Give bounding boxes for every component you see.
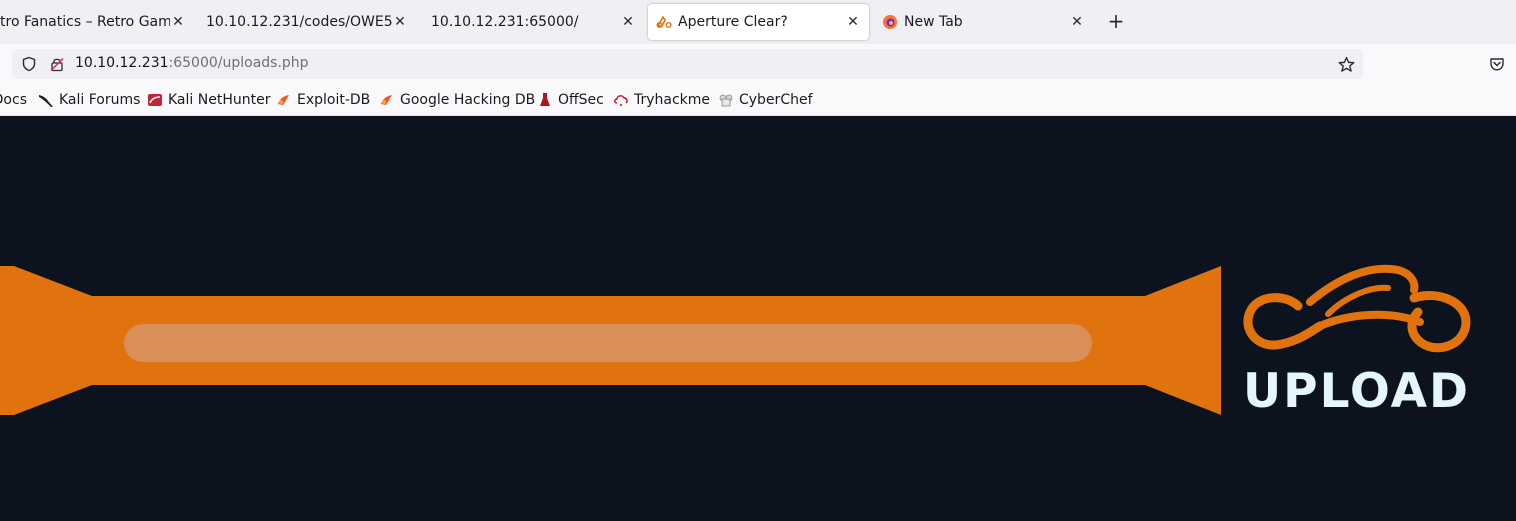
bookmark-label: Docs bbox=[0, 92, 27, 108]
navigation-bar: 10.10.12.231:65000/uploads.php bbox=[0, 44, 1516, 84]
exploit-db-icon bbox=[276, 92, 292, 108]
tab-label: tro Fanatics – Retro Games bbox=[0, 14, 170, 30]
close-icon[interactable]: ✕ bbox=[1068, 13, 1086, 31]
cyberchef-icon bbox=[718, 92, 734, 108]
nethunter-icon bbox=[147, 92, 163, 108]
tab-label: Aperture Clear? bbox=[678, 14, 788, 30]
bookmark-kali-nethunter[interactable]: Kali NetHunter bbox=[147, 91, 270, 109]
tab-label: 10.10.12.231/codes/OWE5Mj bbox=[206, 14, 394, 30]
new-tab-button[interactable]: + bbox=[1105, 10, 1127, 32]
kali-dragon-icon bbox=[38, 92, 54, 108]
bookmark-label: CyberChef bbox=[739, 92, 813, 108]
url-path: :65000/uploads.php bbox=[168, 55, 309, 71]
upload-title: UPLOAD bbox=[1243, 364, 1470, 419]
tab-label: New Tab bbox=[904, 14, 963, 30]
bookmark-docs[interactable]: Docs bbox=[0, 91, 27, 109]
close-icon[interactable]: ✕ bbox=[619, 13, 637, 31]
shield-icon[interactable] bbox=[20, 55, 38, 73]
bookmark-label: Kali NetHunter bbox=[168, 92, 271, 108]
motorcycle-logo-icon bbox=[1243, 264, 1471, 353]
close-icon[interactable]: ✕ bbox=[391, 13, 409, 31]
pocket-icon[interactable] bbox=[1488, 55, 1506, 73]
bookmark-star-icon[interactable] bbox=[1337, 55, 1355, 73]
offsec-icon bbox=[537, 92, 553, 108]
firefox-icon bbox=[882, 14, 898, 30]
bookmark-kali-forums[interactable]: Kali Forums bbox=[38, 91, 140, 109]
bookmark-google-hacking-db[interactable]: Google Hacking DB bbox=[379, 91, 535, 109]
tab-new-tab[interactable]: New Tab ✕ bbox=[880, 4, 1090, 40]
url-text: 10.10.12.231:65000/uploads.php bbox=[75, 55, 309, 71]
url-host: 10.10.12.231 bbox=[75, 55, 169, 71]
upload-progress-frame bbox=[0, 266, 1221, 415]
bookmark-cyberchef[interactable]: CyberChef bbox=[718, 91, 813, 109]
tab-65000[interactable]: 10.10.12.231:65000/ ✕ bbox=[431, 4, 637, 40]
bookmark-label: Tryhackme bbox=[634, 92, 711, 108]
bookmark-label: Kali Forums bbox=[59, 92, 141, 108]
aperture-logo-icon bbox=[656, 14, 672, 30]
upload-page: UPLOAD bbox=[0, 116, 1516, 521]
bookmark-exploit-db[interactable]: Exploit-DB bbox=[276, 91, 370, 109]
url-bar[interactable]: 10.10.12.231:65000/uploads.php bbox=[12, 49, 1363, 79]
tab-codes[interactable]: 10.10.12.231/codes/OWE5Mj ✕ bbox=[206, 4, 410, 40]
ghdb-icon bbox=[379, 92, 395, 108]
tab-strip: tro Fanatics – Retro Games ✕ 10.10.12.23… bbox=[0, 0, 1516, 44]
bookmark-offsec[interactable]: OffSec bbox=[537, 91, 604, 109]
tab-retro-fanatics[interactable]: tro Fanatics – Retro Games ✕ bbox=[0, 4, 188, 40]
tab-label: 10.10.12.231:65000/ bbox=[431, 14, 579, 30]
insecure-lock-icon[interactable] bbox=[48, 55, 66, 73]
tryhackme-icon bbox=[613, 92, 629, 108]
tab-aperture-clear[interactable]: Aperture Clear? ✕ bbox=[648, 4, 869, 40]
bookmark-tryhackme[interactable]: Tryhackme bbox=[613, 91, 710, 109]
bookmark-label: Exploit-DB bbox=[297, 92, 371, 108]
bookmark-label: OffSec bbox=[558, 92, 604, 108]
bookmarks-toolbar: Docs Kali Forums Kali NetHunter Exploit-… bbox=[0, 84, 1516, 116]
bookmark-label: Google Hacking DB bbox=[400, 92, 536, 108]
close-icon[interactable]: ✕ bbox=[844, 13, 862, 31]
close-icon[interactable]: ✕ bbox=[169, 13, 187, 31]
upload-progress-track bbox=[124, 324, 1092, 362]
